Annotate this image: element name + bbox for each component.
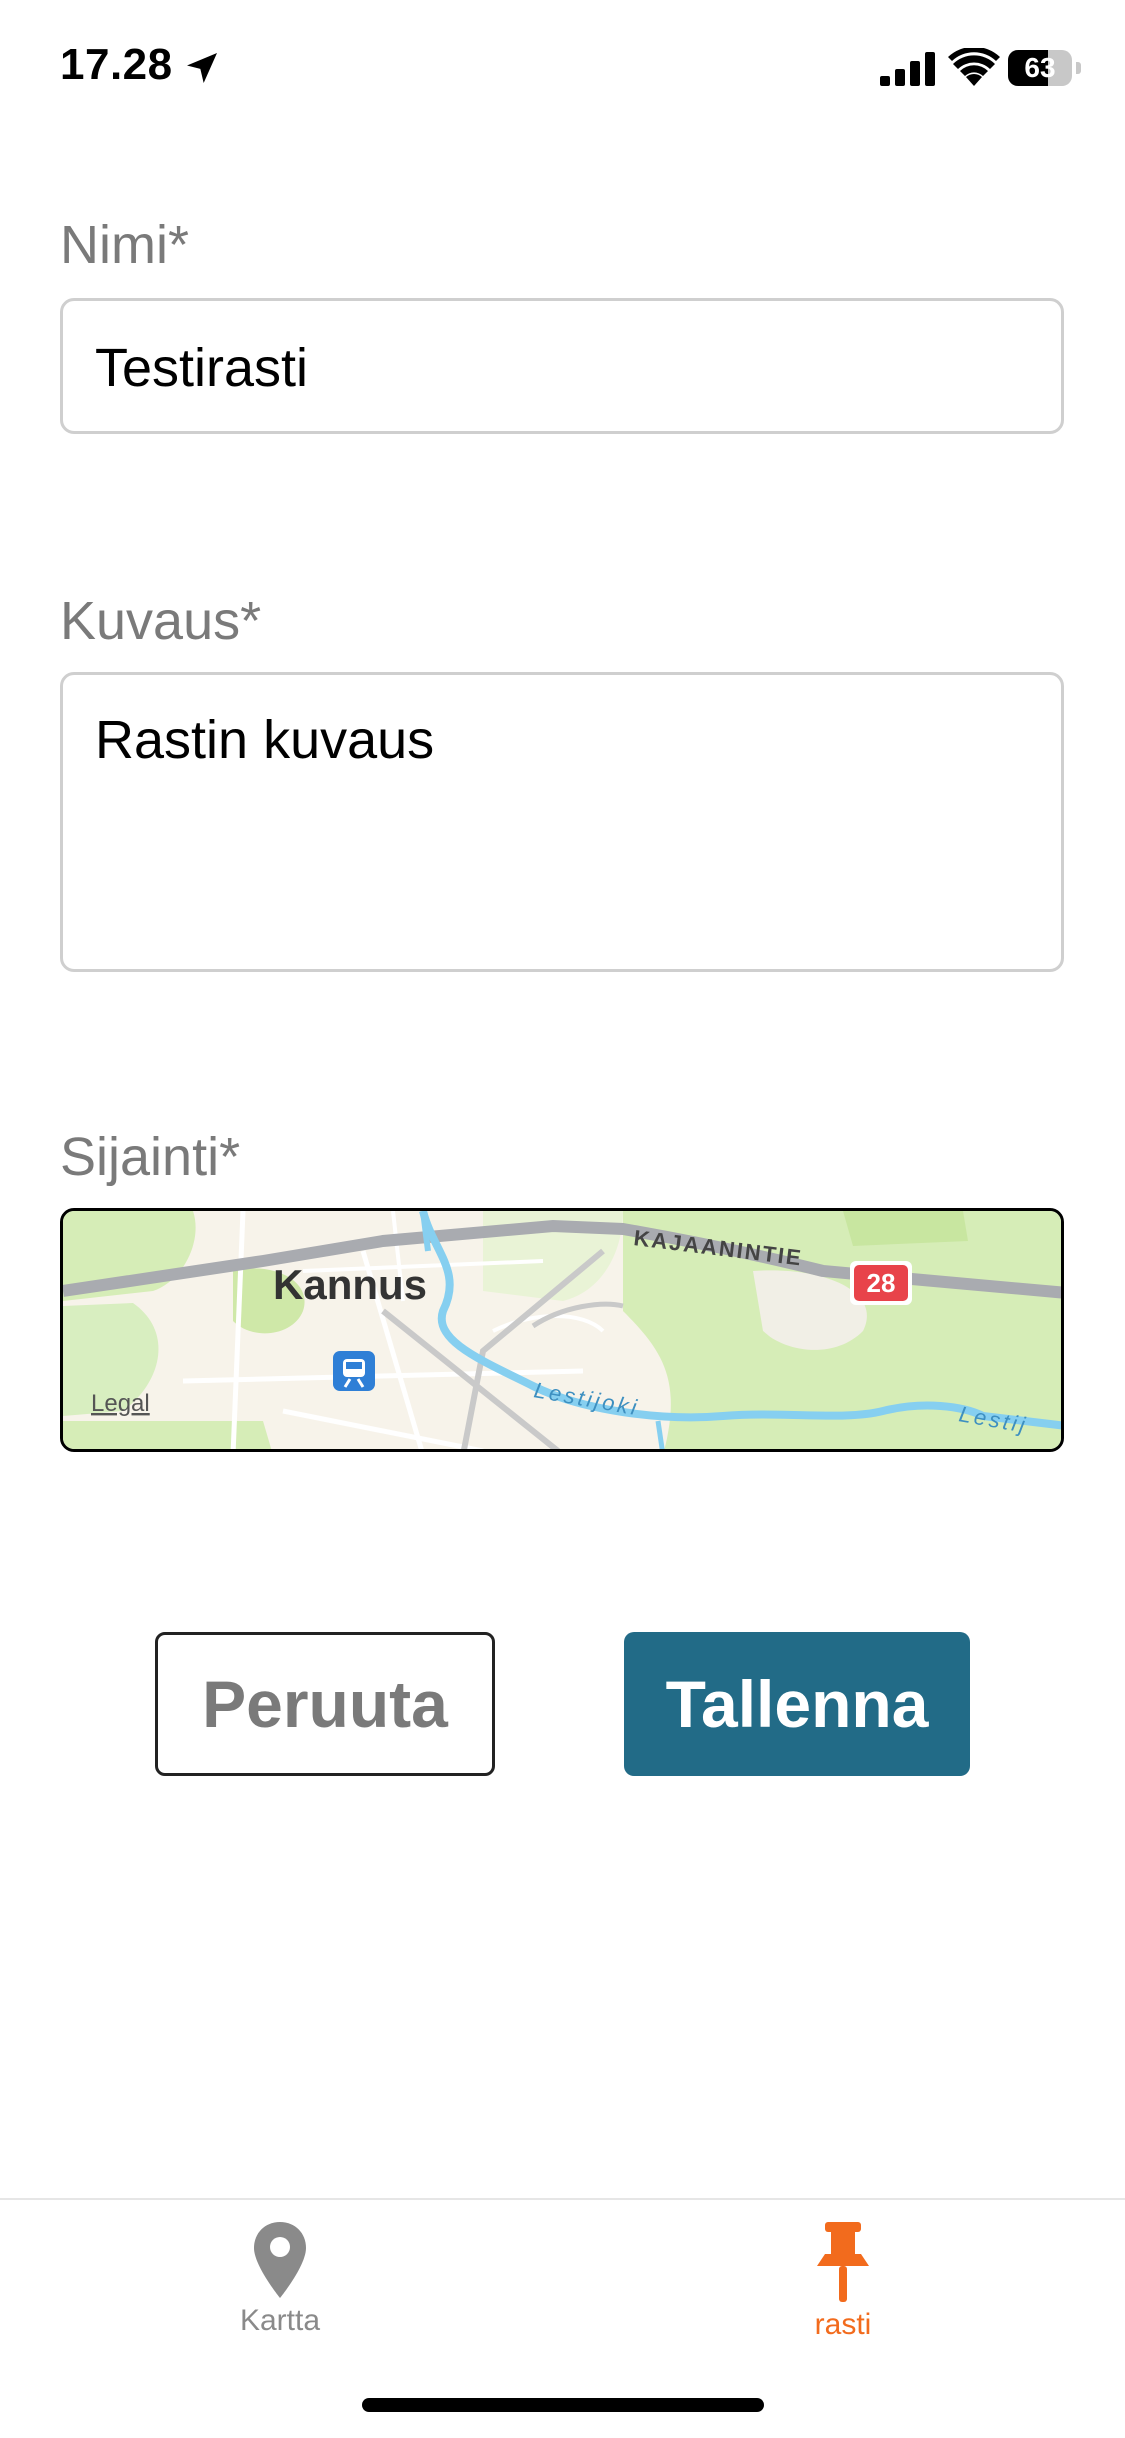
- name-input-value: Testirasti: [95, 338, 309, 398]
- route-number: 28: [867, 1268, 896, 1298]
- tab-rasti-label: rasti: [814, 2308, 872, 2341]
- home-indicator: [362, 2398, 764, 2412]
- town-label: Kannus: [273, 1261, 427, 1308]
- status-time: 17.28: [60, 40, 173, 89]
- pushpin-icon: [817, 2222, 869, 2302]
- tab-kartta[interactable]: Kartta: [160, 2220, 400, 2370]
- description-input[interactable]: Rastin kuvaus: [60, 672, 1064, 972]
- battery-tip: [1076, 62, 1081, 74]
- wifi-icon: [948, 48, 1000, 86]
- description-input-value: Rastin kuvaus: [95, 710, 435, 770]
- cellular-signal-icon: [880, 52, 935, 86]
- train-station-icon[interactable]: [333, 1351, 375, 1391]
- location-arrow-icon: [187, 53, 217, 83]
- tab-kartta-label: Kartta: [239, 2304, 321, 2337]
- legal-link[interactable]: Legal: [91, 1390, 150, 1417]
- route-number-badge: 28: [850, 1261, 912, 1305]
- name-label: Nimi*: [60, 215, 189, 275]
- save-button[interactable]: Tallenna: [624, 1632, 970, 1776]
- description-label: Kuvaus*: [60, 591, 262, 651]
- river-label: Lestijoki: [532, 1377, 641, 1420]
- battery-icon: 63: [1008, 50, 1074, 86]
- location-label: Sijainti*: [60, 1127, 241, 1187]
- map-canvas: KAJAANINTIE Kannus Lestijoki Lestij 28 L…: [63, 1211, 1061, 1449]
- battery-percent: 63: [1024, 52, 1056, 83]
- location-map[interactable]: KAJAANINTIE Kannus Lestijoki Lestij 28 L…: [60, 1208, 1064, 1452]
- tab-rasti[interactable]: rasti: [723, 2220, 963, 2370]
- status-bar: 17.28 63: [0, 0, 1125, 140]
- map-pin-icon: [254, 2222, 306, 2298]
- cancel-button[interactable]: Peruuta: [155, 1632, 495, 1776]
- name-input[interactable]: Testirasti: [60, 298, 1064, 434]
